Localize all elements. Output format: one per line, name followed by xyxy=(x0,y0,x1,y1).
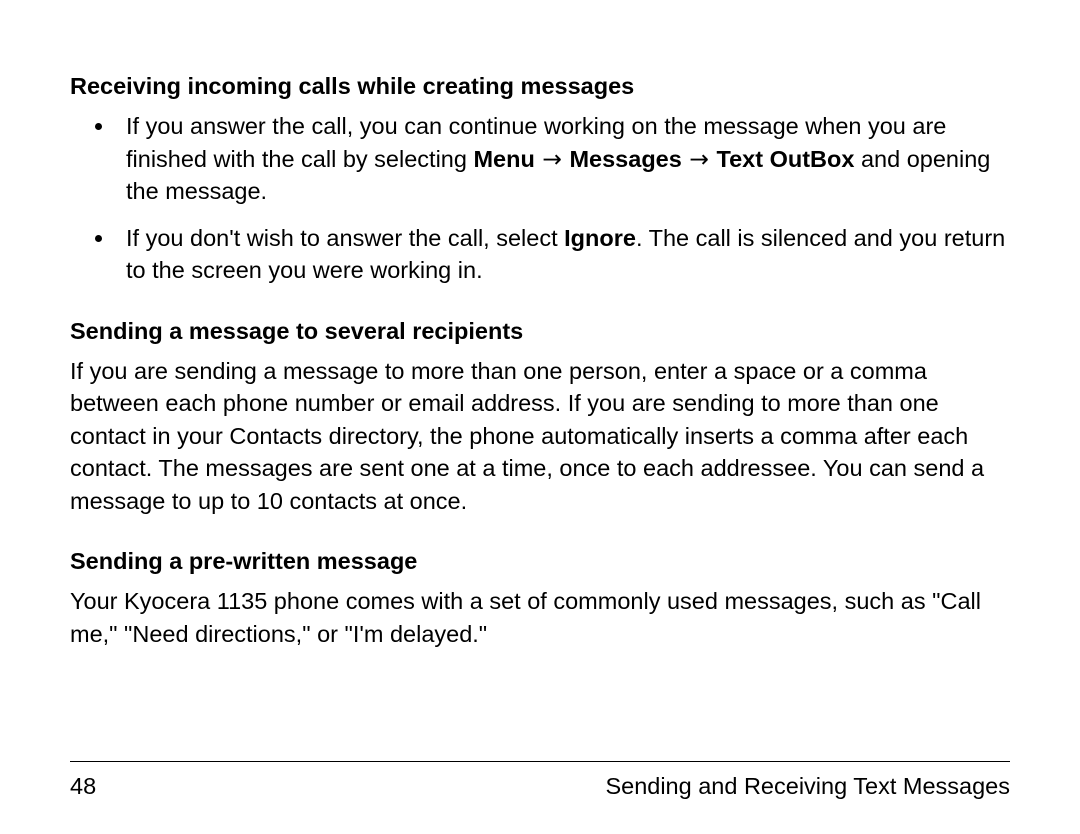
list-item: If you don't wish to answer the call, se… xyxy=(116,222,1010,287)
footer-rule xyxy=(70,761,1010,762)
ignore-label: Ignore xyxy=(564,225,636,251)
body-text: If you don't wish to answer the call, se… xyxy=(126,225,564,251)
heading-receiving-calls: Receiving incoming calls while creating … xyxy=(70,70,1010,102)
paragraph: Your Kyocera 1135 phone comes with a set… xyxy=(70,585,1010,650)
list-item: If you answer the call, you can continue… xyxy=(116,110,1010,207)
heading-several-recipients: Sending a message to several recipients xyxy=(70,315,1010,347)
paragraph: If you are sending a message to more tha… xyxy=(70,355,1010,517)
menu-path-menu: Menu xyxy=(473,146,534,172)
manual-page: Receiving incoming calls while creating … xyxy=(0,0,1080,834)
page-content: Receiving incoming calls while creating … xyxy=(70,70,1010,650)
menu-path-messages: Messages xyxy=(569,146,681,172)
page-footer: 48 Sending and Receiving Text Messages xyxy=(70,773,1010,800)
footer-title: Sending and Receiving Text Messages xyxy=(605,773,1010,800)
page-number: 48 xyxy=(70,773,96,800)
menu-path-outbox: Text OutBox xyxy=(716,146,854,172)
bullet-list-1: If you answer the call, you can continue… xyxy=(70,110,1010,286)
arrow-icon: → xyxy=(682,145,717,173)
arrow-icon: → xyxy=(535,145,570,173)
heading-prewritten: Sending a pre-written message xyxy=(70,545,1010,577)
